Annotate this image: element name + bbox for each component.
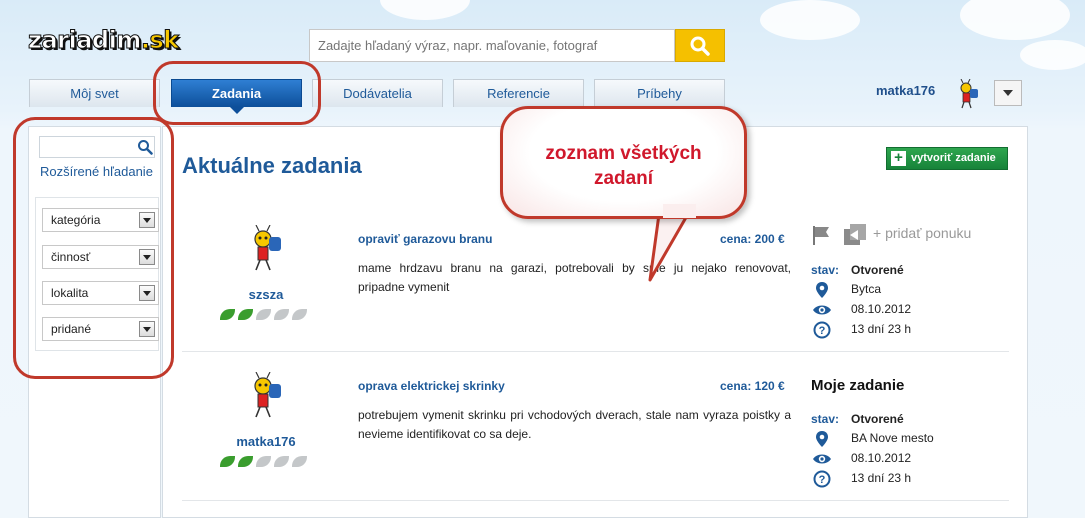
site-logo[interactable]: zariadim.sk <box>28 26 180 55</box>
logo-main: zariadim <box>28 26 142 55</box>
status-label: stav: <box>811 412 840 426</box>
username-link[interactable]: matka176 <box>876 83 935 98</box>
tab-moj-svet[interactable]: Môj svet <box>29 79 160 107</box>
chevron-down-icon <box>1003 90 1013 96</box>
leaf-icon <box>256 456 271 467</box>
annotation-callout: zoznam všetkých zadaní <box>500 106 747 219</box>
status-value: Otvorené <box>851 263 904 277</box>
leaf-icon <box>292 309 307 320</box>
remaining-value: 13 dní 23 h <box>851 471 912 485</box>
add-offer-link[interactable]: + pridať ponuku <box>873 225 971 241</box>
task-description: mame hrdzavu branu na garazi, potreboval… <box>358 261 791 294</box>
my-task-label: Moje zadanie <box>811 377 905 394</box>
leaf-icon <box>220 309 235 320</box>
cloud-decoration <box>760 0 860 40</box>
task-title-link[interactable]: oprava elektrickej skrinky <box>358 379 505 393</box>
date-value: 08.10.2012 <box>851 451 912 465</box>
leaf-icon <box>256 309 271 320</box>
location-value: BA Nove mesto <box>851 431 934 445</box>
row-divider <box>182 351 1009 352</box>
callout-pointer-mask <box>663 204 696 218</box>
task-author-link[interactable]: szsza <box>216 287 316 302</box>
search-input[interactable] <box>309 29 675 62</box>
location-pin-icon <box>816 282 828 298</box>
svg-text:?: ? <box>819 474 826 486</box>
location-pin-icon <box>816 431 828 447</box>
status-label: stav: <box>811 263 840 277</box>
leaf-icon <box>238 456 253 467</box>
leaf-icon <box>292 456 307 467</box>
callout-line-2: zadaní <box>593 168 654 189</box>
search-icon <box>690 36 710 56</box>
remaining-value: 13 dní 23 h <box>851 322 912 336</box>
page-title: Aktuálne zadania <box>182 153 362 178</box>
cloud-decoration <box>380 0 470 20</box>
search-button[interactable] <box>675 29 725 62</box>
leaf-icon <box>238 309 253 320</box>
cloud-decoration <box>1020 40 1085 70</box>
flag-icon[interactable] <box>811 224 833 246</box>
clock-question-icon: ? <box>813 321 831 339</box>
leaf-icon <box>274 309 289 320</box>
leaf-icon <box>220 456 235 467</box>
task-author-link[interactable]: matka176 <box>216 434 316 449</box>
task-price: cena: 200 € <box>720 232 785 246</box>
eye-icon <box>813 454 831 464</box>
annotation-ring-sidebar <box>13 117 174 379</box>
logo-tld: .sk <box>140 26 179 55</box>
task-price: cena: 120 € <box>720 379 785 393</box>
eye-icon <box>813 305 831 315</box>
tab-pribehy[interactable]: Príbehy <box>594 79 725 107</box>
cloud-decoration <box>960 0 1070 40</box>
create-task-button[interactable]: + vytvoriť zadanie <box>886 147 1008 170</box>
create-task-label: vytvoriť zadanie <box>911 152 996 164</box>
status-value: Otvorené <box>851 412 904 426</box>
row-divider <box>182 500 1009 501</box>
location-value: Bytca <box>851 282 882 296</box>
plus-icon: + <box>891 150 906 166</box>
svg-text:?: ? <box>819 325 826 337</box>
user-avatar-icon[interactable] <box>246 372 286 418</box>
offer-icon[interactable] <box>843 223 867 247</box>
rating-leaves <box>220 456 307 467</box>
annotation-ring-tab <box>153 61 321 125</box>
callout-line-1: zoznam všetkých <box>545 143 702 164</box>
rating-leaves <box>220 309 307 320</box>
user-avatar-icon[interactable] <box>246 225 286 271</box>
leaf-icon <box>274 456 289 467</box>
tab-referencie[interactable]: Referencie <box>453 79 584 107</box>
user-avatar-icon[interactable] <box>955 79 981 109</box>
date-value: 08.10.2012 <box>851 302 912 316</box>
clock-question-icon: ? <box>813 470 831 488</box>
tab-dodavatelia[interactable]: Dodávatelia <box>312 79 443 107</box>
user-menu-dropdown[interactable] <box>994 80 1022 106</box>
task-title-link[interactable]: opraviť garazovu branu <box>358 232 492 246</box>
task-description: potrebujem vymenit skrinku pri vchodovýc… <box>358 408 791 441</box>
